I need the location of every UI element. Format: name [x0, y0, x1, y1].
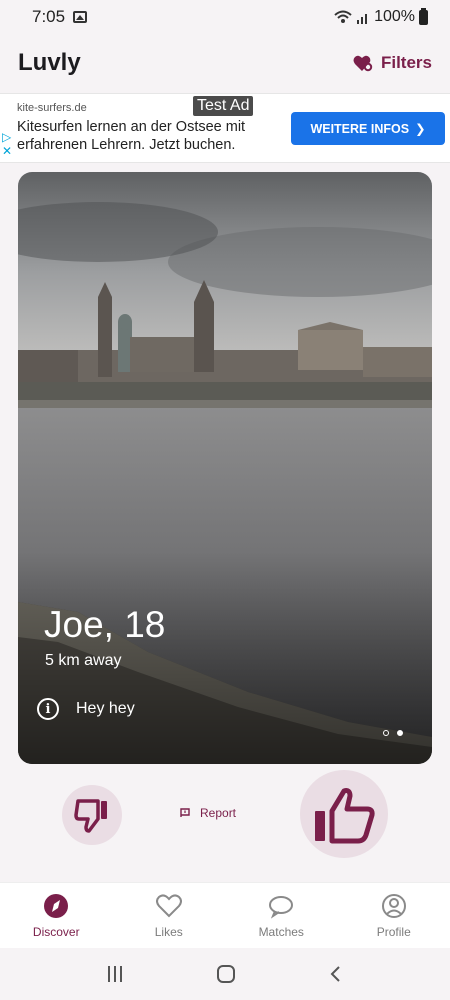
system-navigation-bar [0, 948, 450, 1000]
nav-matches-label: Matches [258, 924, 304, 939]
photo-indicator [383, 730, 403, 736]
heart-icon [155, 893, 182, 917]
photo-dot[interactable] [383, 730, 389, 736]
app-bar: Luvly Filters [0, 34, 450, 92]
battery-icon [419, 7, 428, 25]
nav-profile[interactable]: Profile [338, 883, 450, 948]
dislike-button[interactable] [62, 785, 122, 845]
signal-icon [357, 14, 368, 24]
app-title: Luvly [18, 49, 81, 76]
photo-dot-active[interactable] [397, 730, 403, 736]
profile-card[interactable]: Joe, 18 5 km away i Hey hey [18, 172, 432, 764]
thumbs-down-icon [74, 799, 107, 833]
filters-label: Filters [380, 53, 432, 72]
wifi-icon [334, 10, 352, 23]
nav-discover-label: Discover [32, 924, 80, 939]
profile-bio[interactable]: i Hey hey [37, 698, 135, 720]
nav-likes-label: Likes [154, 924, 183, 939]
info-icon[interactable]: i [37, 698, 59, 720]
profile-name-age: Joe, 18 [44, 604, 166, 645]
account-circle-icon [381, 893, 406, 918]
test-ad-badge: Test Ad [193, 96, 254, 116]
gallery-notification-icon [73, 11, 88, 23]
ad-text[interactable]: Kitesurfen lernen an der Ostsee mit erfa… [17, 118, 282, 154]
report-label: Report [200, 806, 237, 820]
report-flag-icon [180, 808, 190, 817]
status-time: 7:05 [32, 7, 66, 26]
filters-button[interactable]: Filters [353, 53, 432, 73]
like-button[interactable] [300, 770, 388, 858]
profile-distance: 5 km away [45, 652, 122, 669]
chevron-right-icon: ❯ [415, 122, 426, 136]
recent-apps-icon[interactable] [106, 965, 124, 983]
report-button[interactable]: Report [180, 806, 236, 820]
ad-banner[interactable]: kite-surfers.de Test Ad ▷ ✕ Kitesurfen le… [0, 93, 450, 163]
home-icon[interactable] [216, 964, 236, 984]
profile-photo [18, 172, 432, 764]
thumbs-up-icon [315, 788, 375, 844]
profile-bio-text: Hey hey [76, 700, 135, 717]
status-bar: 7:05 100% [0, 0, 450, 34]
back-icon[interactable] [328, 965, 344, 983]
chat-bubble-icon [269, 895, 294, 919]
compass-icon [44, 893, 69, 918]
nav-likes[interactable]: Likes [113, 883, 226, 948]
ad-choices-icon[interactable]: ▷ ✕ [2, 130, 12, 158]
bottom-navigation: Discover Likes Matches Profile [0, 882, 450, 948]
heart-settings-icon [353, 55, 373, 72]
ad-domain: kite-surfers.de [17, 102, 87, 114]
ad-more-info-button[interactable]: WEITERE INFOS ❯ [291, 112, 445, 145]
status-indicators: 100% [334, 7, 428, 26]
nav-matches[interactable]: Matches [225, 883, 338, 948]
ad-button-label: WEITERE INFOS [310, 121, 410, 136]
nav-discover[interactable]: Discover [0, 883, 113, 948]
battery-percent: 100% [374, 8, 415, 25]
nav-profile-label: Profile [376, 924, 411, 939]
